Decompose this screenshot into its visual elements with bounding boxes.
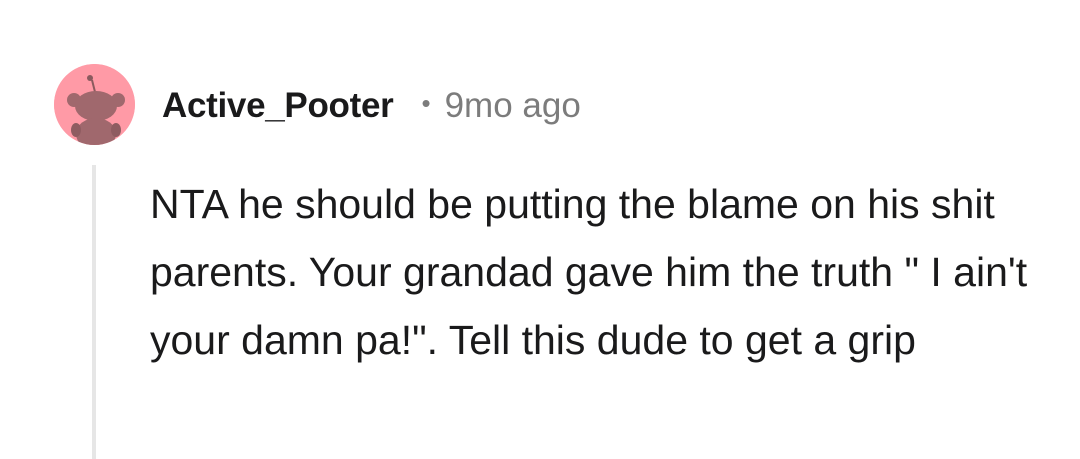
reddit-snoo-avatar-icon xyxy=(54,64,135,145)
comment: Active_Pooter • 9mo ago NTA he should be… xyxy=(0,0,1080,459)
thread-line[interactable] xyxy=(92,165,96,459)
user-avatar[interactable] xyxy=(54,64,135,145)
author-username[interactable]: Active_Pooter xyxy=(162,86,394,126)
meta-separator: • xyxy=(421,87,431,118)
comment-timestamp[interactable]: 9mo ago xyxy=(445,86,581,126)
comment-header: Active_Pooter • 9mo ago xyxy=(162,84,581,128)
comment-body: NTA he should be putting the blame on hi… xyxy=(150,181,1028,363)
